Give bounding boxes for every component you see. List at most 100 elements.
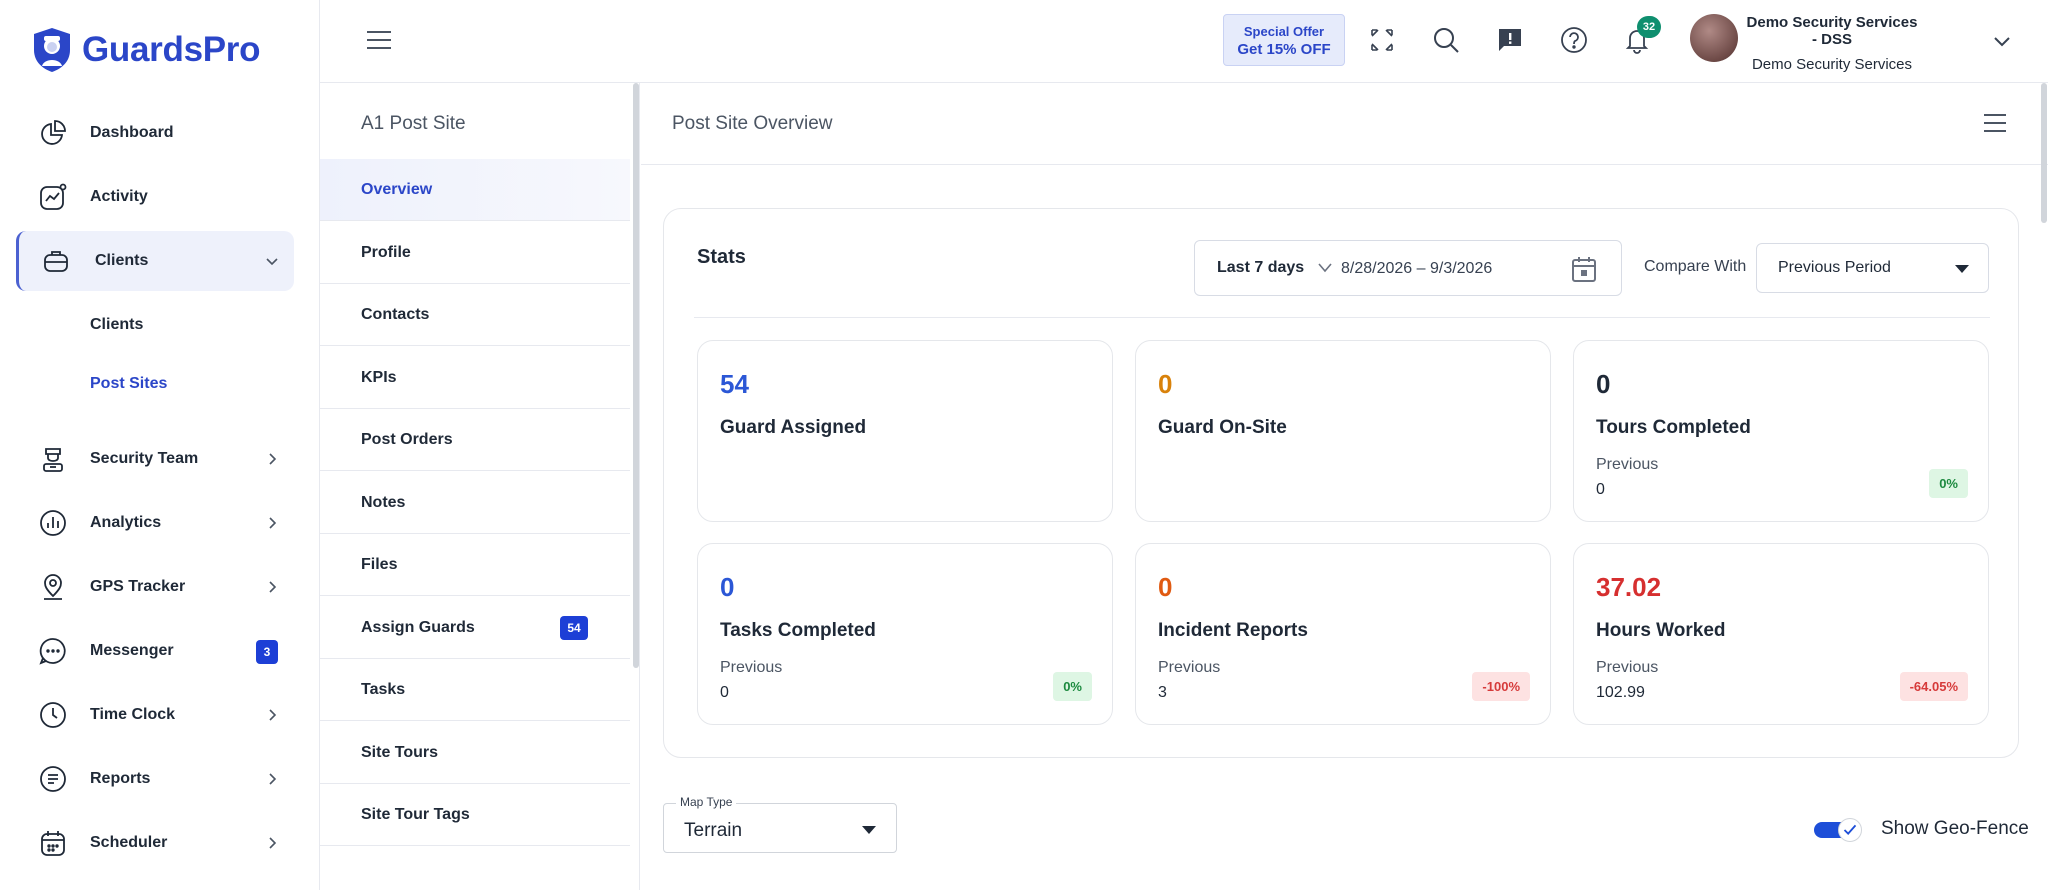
sidebar-item-label: Messenger bbox=[90, 642, 174, 659]
stat-name: Tours Completed bbox=[1596, 417, 1751, 438]
sidebar-item-messenger[interactable]: Messenger 3 bbox=[16, 621, 294, 681]
user-company: Demo Security Services bbox=[1751, 56, 1913, 73]
sidebar-item-label: Reports bbox=[90, 770, 151, 787]
post-site-tab-notes[interactable]: Notes bbox=[320, 472, 630, 534]
sidebar-item-label: Scheduler bbox=[90, 834, 168, 851]
sidebar-item-label: Time Clock bbox=[90, 706, 176, 723]
sidebar-item-gps-tracker[interactable]: GPS Tracker bbox=[16, 557, 294, 617]
top-bar: Special Offer Get 15% OFF 32 Demo Securi… bbox=[320, 0, 2048, 83]
location-pin-icon bbox=[44, 574, 62, 600]
date-range-picker[interactable]: Last 7 days 8/28/2026 – 9/3/2026 bbox=[1194, 240, 1622, 296]
sidebar-item-scheduler[interactable]: Scheduler bbox=[16, 813, 294, 873]
stat-card-tasks-completed[interactable]: 0 Tasks Completed Previous 0 0% bbox=[697, 543, 1113, 725]
previous-label: Previous bbox=[720, 659, 783, 676]
fullscreen-icon[interactable] bbox=[1367, 25, 1397, 55]
previous-value: 3 bbox=[1158, 684, 1167, 701]
stat-card-hours-worked[interactable]: 37.02 Hours Worked Previous 102.99 -64.0… bbox=[1573, 543, 1989, 725]
stat-name: Guard On-Site bbox=[1158, 417, 1287, 438]
post-site-tab-site-tour-tags[interactable]: Site Tour Tags bbox=[320, 784, 630, 846]
sidebar-subitem-post-sites[interactable]: Post Sites bbox=[90, 375, 167, 393]
tab-label: Notes bbox=[361, 494, 406, 511]
sidebar-item-label: GPS Tracker bbox=[90, 578, 186, 595]
feedback-icon[interactable] bbox=[1495, 25, 1525, 55]
offer-discount: Get 15% OFF bbox=[1237, 41, 1331, 58]
geo-fence-toggle[interactable] bbox=[1814, 818, 1862, 842]
activity-icon bbox=[40, 183, 67, 210]
search-icon[interactable] bbox=[1431, 25, 1461, 55]
post-site-tab-kpis[interactable]: KPIs bbox=[320, 347, 630, 409]
chevron-right-icon bbox=[269, 517, 277, 529]
stat-value: 0 bbox=[720, 572, 735, 602]
user-menu[interactable]: Demo Security Services - DSS Demo Securi… bbox=[1746, 14, 1918, 73]
sidebar-item-activity[interactable]: Activity bbox=[16, 167, 294, 227]
options-menu-icon[interactable] bbox=[1983, 113, 2007, 133]
stats-title: Stats bbox=[697, 246, 746, 268]
stat-value: 0 bbox=[1596, 369, 1611, 399]
logo[interactable]: GuardsPro bbox=[30, 26, 260, 74]
sidebar-item-clients[interactable]: Clients bbox=[16, 231, 294, 291]
post-site-tab-contacts[interactable]: Contacts bbox=[320, 284, 630, 346]
stat-card-incident-reports[interactable]: 0 Incident Reports Previous 3 -100% bbox=[1135, 543, 1551, 725]
chevron-right-icon bbox=[269, 581, 277, 593]
special-offer-button[interactable]: Special Offer Get 15% OFF bbox=[1223, 14, 1345, 66]
sidebar-item-time-clock[interactable]: Time Clock bbox=[16, 685, 294, 745]
help-icon[interactable] bbox=[1559, 25, 1589, 55]
geo-fence-label: Show Geo-Fence bbox=[1881, 818, 2029, 839]
sidebar: GuardsPro Dashboard Activity Clients Cli… bbox=[0, 0, 320, 890]
range-dates: 8/28/2026 – 9/3/2026 bbox=[1341, 260, 1493, 277]
previous-value: 0 bbox=[1596, 481, 1605, 498]
guard-icon bbox=[43, 448, 63, 472]
map-type-select[interactable]: Map Type Terrain bbox=[663, 795, 897, 853]
sidebar-item-analytics[interactable]: Analytics bbox=[16, 493, 294, 553]
brand-name: GuardsPro bbox=[82, 30, 261, 69]
chevron-down-icon[interactable] bbox=[1993, 35, 2011, 49]
chat-icon bbox=[39, 638, 66, 665]
calendar-icon bbox=[41, 831, 65, 856]
change-badge: -100% bbox=[1472, 672, 1530, 701]
compare-with-select[interactable]: Previous Period bbox=[1756, 243, 1989, 293]
stat-value: 54 bbox=[720, 369, 749, 399]
tab-label: KPIs bbox=[361, 369, 397, 386]
compare-with-value: Previous Period bbox=[1778, 259, 1891, 276]
stat-card-guard-assigned[interactable]: 54 Guard Assigned bbox=[697, 340, 1113, 522]
messenger-badge: 3 bbox=[256, 640, 278, 664]
post-site-tab-site-tours[interactable]: Site Tours bbox=[320, 722, 630, 784]
sidebar-item-label: Security Team bbox=[90, 450, 199, 467]
range-preset: Last 7 days bbox=[1217, 259, 1305, 276]
tab-label: Tasks bbox=[361, 681, 406, 698]
map-type-label: Map Type bbox=[676, 795, 737, 809]
chevron-right-icon bbox=[269, 709, 277, 721]
sidebar-item-label: Dashboard bbox=[90, 124, 174, 141]
sidebar-item-reports[interactable]: Reports bbox=[16, 749, 294, 809]
post-site-tab-post-orders[interactable]: Post Orders bbox=[320, 409, 630, 471]
notification-count-badge: 32 bbox=[1637, 16, 1661, 38]
hamburger-menu-icon[interactable] bbox=[366, 30, 392, 50]
chevron-down-icon bbox=[1318, 263, 1332, 273]
main-scrollbar[interactable] bbox=[2041, 83, 2047, 223]
post-site-tab-tasks[interactable]: Tasks bbox=[320, 659, 630, 721]
sidebar-item-security-team[interactable]: Security Team bbox=[16, 429, 294, 489]
chevron-right-icon bbox=[269, 837, 277, 849]
stat-card-tours-completed[interactable]: 0 Tours Completed Previous 0 0% bbox=[1573, 340, 1989, 522]
avatar[interactable] bbox=[1690, 14, 1738, 62]
previous-value: 102.99 bbox=[1596, 684, 1645, 701]
post-site-tab-files[interactable]: Files bbox=[320, 534, 630, 596]
divider bbox=[694, 317, 1990, 318]
sidebar-item-dashboard[interactable]: Dashboard bbox=[16, 103, 294, 163]
post-site-tab-assign-guards[interactable]: Assign Guards 54 bbox=[320, 597, 630, 659]
stat-value: 37.02 bbox=[1596, 572, 1662, 602]
post-site-title: A1 Post Site bbox=[361, 113, 466, 134]
tab-label: Site Tours bbox=[361, 744, 439, 761]
sidebar-item-label: Clients bbox=[95, 252, 149, 269]
stat-card-guard-on-site[interactable]: 0 Guard On-Site bbox=[1135, 340, 1551, 522]
report-icon bbox=[40, 766, 66, 792]
sidebar-subitem-clients[interactable]: Clients bbox=[90, 316, 143, 334]
post-site-tab-profile[interactable]: Profile bbox=[320, 222, 630, 284]
post-site-menu-scrollbar[interactable] bbox=[633, 83, 639, 668]
calendar-icon[interactable] bbox=[1571, 255, 1597, 283]
tab-label: Assign Guards bbox=[361, 619, 475, 636]
previous-value: 0 bbox=[720, 684, 729, 701]
change-badge: -64.05% bbox=[1899, 672, 1968, 701]
briefcase-icon bbox=[44, 251, 68, 272]
post-site-tab-overview[interactable]: Overview bbox=[320, 159, 630, 221]
